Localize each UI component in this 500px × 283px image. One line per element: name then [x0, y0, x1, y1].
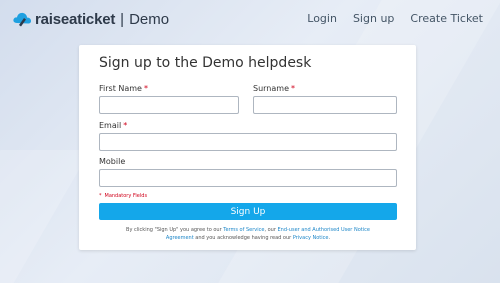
- brand-separator: |: [120, 10, 125, 28]
- required-marker: *: [143, 84, 148, 93]
- required-marker: *: [123, 121, 128, 130]
- page-title: Sign up to the Demo helpdesk: [99, 55, 312, 71]
- header: raiseaticket | Demo Login Sign up Create…: [0, 0, 500, 38]
- brand-name: raiseaticket: [35, 10, 116, 28]
- signup-card: Sign up to the Demo helpdesk First Name *…: [79, 45, 416, 250]
- top-nav: Login Sign up Create Ticket: [307, 12, 483, 25]
- mandatory-fields-note: * Mandatory Fields: [99, 193, 147, 199]
- mobile-label: Mobile: [99, 157, 126, 166]
- surname-label-text: Surname: [253, 84, 289, 93]
- signup-button[interactable]: Sign Up: [99, 203, 397, 220]
- email-input[interactable]: [99, 133, 397, 151]
- nav-login-link[interactable]: Login: [307, 12, 337, 25]
- email-label: Email *: [99, 121, 127, 130]
- email-label-text: Email: [99, 121, 122, 130]
- surname-label: Surname *: [253, 84, 295, 93]
- nav-signup-link[interactable]: Sign up: [353, 12, 394, 25]
- terms-text: By clicking "Sign Up" you agree to our: [126, 227, 224, 233]
- terms-text: .: [328, 234, 331, 241]
- required-marker: *: [99, 193, 102, 199]
- terms-of-service-link[interactable]: Terms of Service: [223, 227, 264, 233]
- nav-create-ticket-link[interactable]: Create Ticket: [410, 12, 483, 25]
- terms-notice: By clicking "Sign Up" you agree to our T…: [115, 227, 381, 242]
- brand-suffix: Demo: [129, 10, 170, 28]
- cloud-ticket-icon: [13, 12, 31, 27]
- mandatory-fields-text: Mandatory Fields: [104, 193, 148, 199]
- background-shape: [0, 150, 91, 283]
- first-name-input[interactable]: [99, 96, 239, 114]
- surname-input[interactable]: [253, 96, 397, 114]
- required-marker: *: [290, 84, 295, 93]
- terms-text: and you acknowledge having read our: [193, 234, 293, 241]
- brand-logo[interactable]: raiseaticket | Demo: [13, 10, 169, 28]
- first-name-label-text: First Name: [99, 84, 142, 93]
- mobile-input[interactable]: [99, 169, 397, 187]
- terms-text: , our: [264, 227, 278, 233]
- privacy-notice-link[interactable]: Privacy Notice: [293, 235, 329, 241]
- first-name-label: First Name *: [99, 84, 148, 93]
